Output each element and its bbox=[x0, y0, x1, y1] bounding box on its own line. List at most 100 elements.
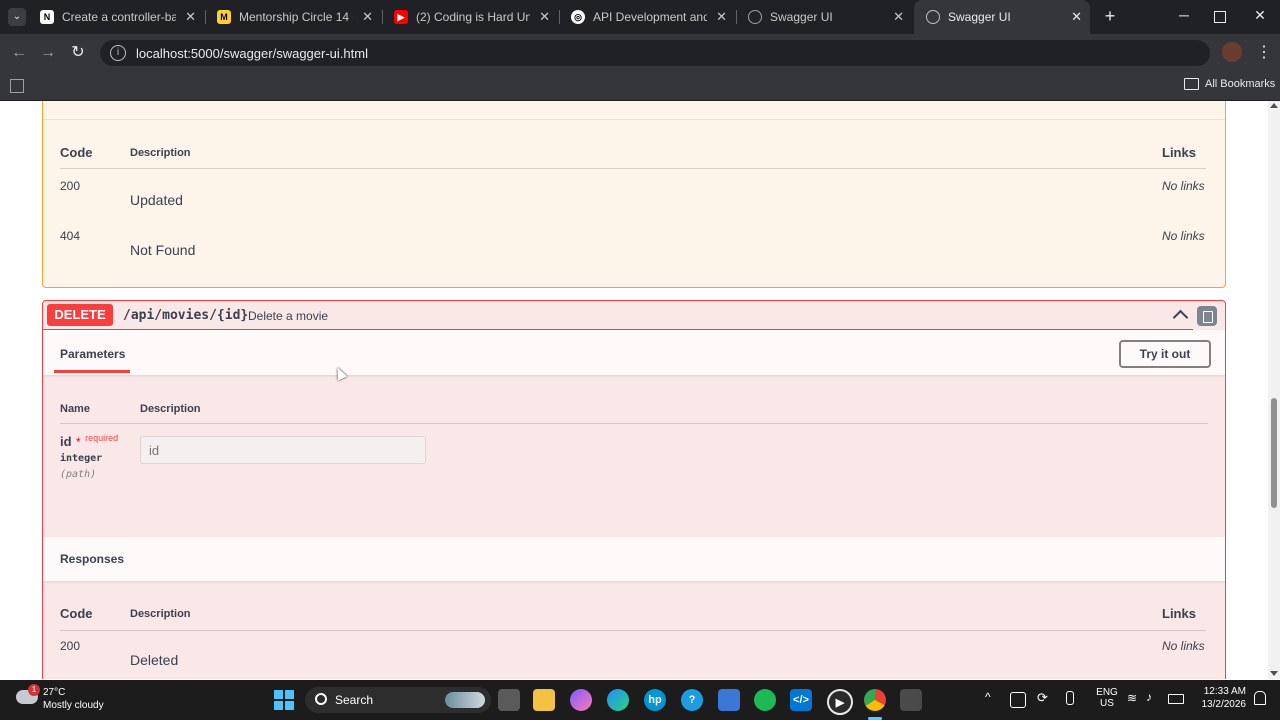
scroll-up-arrow-icon[interactable] bbox=[1270, 103, 1278, 108]
tab-title: Create a controller-based w bbox=[62, 10, 176, 24]
forward-arrow-icon[interactable]: → bbox=[37, 42, 59, 64]
help-icon[interactable]: ? bbox=[681, 689, 703, 711]
scroll-down-arrow-icon[interactable] bbox=[1270, 671, 1278, 676]
tab-parameters[interactable]: Parameters bbox=[60, 347, 125, 361]
spotify-icon[interactable] bbox=[754, 689, 776, 711]
tab-title: Swagger UI bbox=[770, 10, 833, 24]
close-tab-icon[interactable]: ✕ bbox=[185, 9, 196, 25]
scrollbar-thumb[interactable] bbox=[1271, 398, 1277, 508]
address-bar[interactable]: i localhost:5000/swagger/swagger-ui.html bbox=[100, 40, 1210, 66]
weather-widget[interactable]: 1 27°C Mostly cloudy bbox=[12, 684, 152, 716]
notion-icon: N bbox=[40, 10, 54, 24]
browser-tab-6[interactable]: Swagger UI ✕ bbox=[914, 0, 1090, 34]
tab-search-button[interactable]: ⌄ bbox=[8, 8, 26, 26]
url-text[interactable]: localhost:5000/swagger/swagger-ui.html bbox=[136, 46, 368, 61]
globe-icon bbox=[926, 10, 940, 24]
store-icon[interactable] bbox=[718, 689, 740, 711]
language-indicator[interactable]: ENG US bbox=[1092, 687, 1122, 709]
notification-bell-icon[interactable] bbox=[1254, 691, 1266, 705]
folder-icon bbox=[1184, 78, 1199, 90]
chrome-icon[interactable] bbox=[864, 689, 886, 711]
tray-icon[interactable] bbox=[1010, 692, 1026, 708]
browser-tab-3[interactable]: ▶ (2) Coding is Hard Until Yo ✕ bbox=[382, 0, 558, 34]
param-type: integer bbox=[60, 453, 103, 464]
response-links: No links bbox=[1162, 229, 1205, 243]
all-bookmarks-label: All Bookmarks bbox=[1205, 78, 1276, 90]
links-header: Links bbox=[1162, 606, 1196, 621]
required-star: * bbox=[76, 435, 81, 449]
new-tab-button[interactable]: + bbox=[1100, 6, 1120, 26]
delete-operation-block: DELETE /api/movies/{id} Delete a movie P… bbox=[42, 300, 1226, 679]
required-label: required bbox=[85, 433, 119, 443]
try-it-out-button[interactable]: Try it out bbox=[1119, 340, 1211, 368]
reload-icon[interactable]: ↻ bbox=[67, 42, 89, 64]
back-arrow-icon[interactable]: ← bbox=[8, 42, 30, 64]
miro-icon: M bbox=[217, 10, 231, 24]
hp-icon[interactable]: hp bbox=[644, 689, 666, 711]
search-label: Search bbox=[335, 693, 374, 707]
copilot-icon[interactable] bbox=[570, 689, 592, 711]
vscode-icon[interactable]: </> bbox=[790, 689, 812, 711]
minimize-button[interactable]: ─ bbox=[1176, 7, 1192, 27]
code-header: Code bbox=[60, 145, 93, 160]
tab-title: API Development and Doc bbox=[593, 10, 707, 24]
lang-line1: ENG bbox=[1096, 687, 1118, 698]
copy-to-clipboard-icon[interactable] bbox=[1197, 306, 1217, 326]
maximize-button[interactable] bbox=[1214, 11, 1226, 23]
edge-icon[interactable] bbox=[607, 689, 629, 711]
browser-tab-1[interactable]: N Create a controller-based w ✕ bbox=[28, 0, 204, 34]
method-badge: DELETE bbox=[47, 304, 113, 326]
param-location: (path) bbox=[60, 469, 97, 480]
all-bookmarks[interactable]: All Bookmarks bbox=[1184, 78, 1275, 90]
responses-title: Responses bbox=[60, 552, 125, 566]
description-header: Description bbox=[130, 608, 191, 620]
swagger-page: Code Description Links 200 Updated No li… bbox=[0, 101, 1268, 679]
browser-tab-strip: ⌄ N Create a controller-based w ✕ M Ment… bbox=[0, 0, 1280, 34]
param-id-input[interactable] bbox=[140, 436, 426, 464]
menu-dots-icon[interactable]: ⋮ bbox=[1256, 42, 1272, 62]
param-name-header: Name bbox=[60, 403, 90, 415]
battery-icon[interactable] bbox=[1168, 694, 1184, 704]
chevron-up-icon[interactable] bbox=[1172, 309, 1189, 326]
page-scrollbar[interactable] bbox=[1268, 101, 1280, 679]
taskbar-search-box[interactable]: Search bbox=[305, 687, 491, 713]
search-highlight-icon bbox=[445, 692, 485, 708]
browser-tab-5[interactable]: Swagger UI ✕ bbox=[736, 0, 912, 34]
windows-start-icon[interactable] bbox=[274, 690, 294, 710]
clock[interactable]: 12:33 AM 13/2/2026 bbox=[1190, 686, 1247, 710]
close-tab-icon[interactable]: ✕ bbox=[539, 9, 550, 25]
snipping-tool-icon[interactable] bbox=[900, 689, 922, 711]
response-description: Deleted bbox=[130, 652, 179, 668]
browser-tab-2[interactable]: M Mentorship Circle 14 - Mi ✕ bbox=[205, 0, 381, 34]
apps-grid-icon[interactable] bbox=[10, 79, 24, 93]
sync-icon[interactable]: ⟳ bbox=[1037, 690, 1048, 706]
browser-tab-4[interactable]: ◎ API Development and Doc ✕ bbox=[559, 0, 735, 34]
param-name: id * required bbox=[60, 433, 119, 449]
response-code: 200 bbox=[60, 179, 81, 193]
description-header: Description bbox=[130, 147, 191, 159]
code-header: Code bbox=[60, 606, 93, 621]
microphone-icon[interactable] bbox=[1066, 691, 1074, 705]
close-tab-icon[interactable]: ✕ bbox=[362, 9, 373, 25]
close-tab-icon[interactable]: ✕ bbox=[1071, 9, 1082, 25]
windows-taskbar: 1 27°C Mostly cloudy Search hp ? </> ▶ ^… bbox=[0, 680, 1280, 720]
site-info-icon[interactable]: i bbox=[110, 45, 126, 61]
volume-icon[interactable]: ♪ bbox=[1146, 690, 1152, 704]
close-window-button[interactable]: ✕ bbox=[1252, 7, 1268, 27]
response-description: Updated bbox=[130, 192, 183, 208]
parameters-section-header: Parameters Try it out bbox=[43, 330, 1225, 375]
wifi-icon[interactable]: ≋ bbox=[1127, 691, 1137, 705]
close-tab-icon[interactable]: ✕ bbox=[893, 9, 904, 25]
operation-path: /api/movies/{id} bbox=[123, 308, 249, 323]
search-icon bbox=[315, 693, 327, 705]
show-hidden-icons[interactable]: ^ bbox=[985, 690, 991, 704]
task-view-icon[interactable] bbox=[498, 689, 520, 711]
operation-summary[interactable]: DELETE /api/movies/{id} Delete a movie bbox=[43, 301, 1193, 330]
file-explorer-icon[interactable] bbox=[533, 689, 555, 711]
response-links: No links bbox=[1162, 639, 1205, 653]
profile-avatar[interactable] bbox=[1222, 42, 1242, 62]
close-tab-icon[interactable]: ✕ bbox=[716, 9, 727, 25]
notification-badge: 1 bbox=[28, 684, 40, 696]
put-operation-block: Code Description Links 200 Updated No li… bbox=[42, 101, 1226, 288]
media-player-icon[interactable]: ▶ bbox=[827, 689, 853, 715]
